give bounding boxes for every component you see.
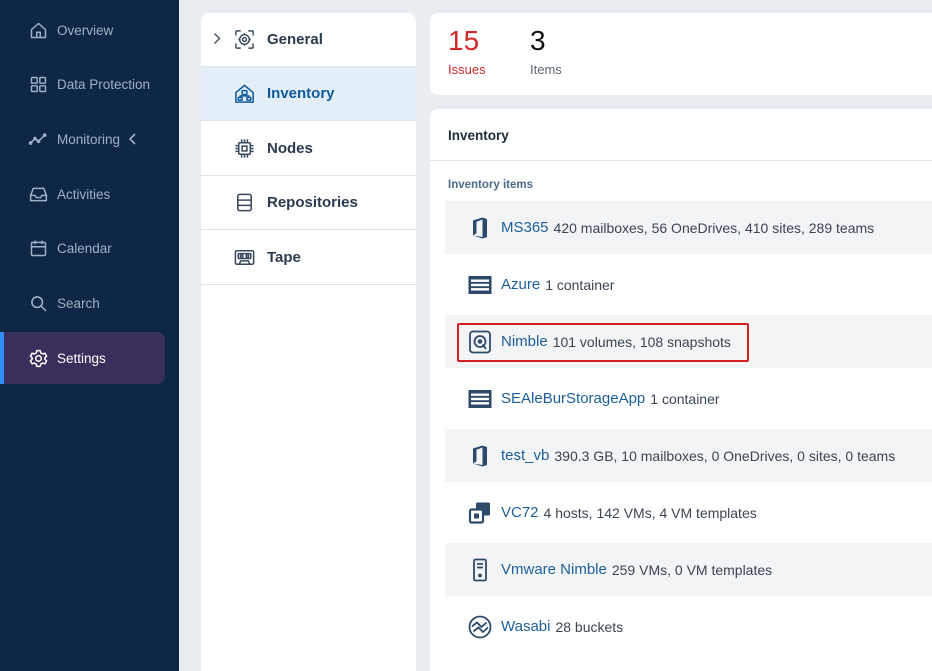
nav-label: Settings [57,350,106,366]
inventory-item-wasabi[interactable]: Wasabi 28 buckets [445,600,932,653]
office-icon [467,215,493,241]
nimble-storage-icon [467,329,493,355]
esxi-host-icon [467,557,493,583]
grid-icon [28,74,49,95]
settings-item-label: Inventory [267,85,335,102]
settings-item-general[interactable]: General [201,13,416,67]
issues-count: 15 [448,25,480,56]
inventory-item-detail: 420 mailboxes, 56 OneDrives, 410 sites, … [553,219,875,236]
settings-item-inventory[interactable]: Inventory [201,67,416,121]
inventory-item-vmware-nimble[interactable]: Vmware Nimble 259 VMs, 0 VM templates [445,543,932,596]
inventory-item-name[interactable]: MS365 [501,219,549,236]
chip-icon [233,137,256,160]
settings-item-tape[interactable]: Tape [201,231,416,285]
office-icon [467,443,493,469]
left-navigation: Overview Data Protection Monitoring Acti… [0,0,179,671]
nav-label: Search [57,295,100,311]
search-icon [28,293,49,314]
nav-item-data-protection[interactable]: Data Protection [0,58,165,110]
gear-box-icon [233,28,256,51]
inventory-item-name[interactable]: SEAleBurStorageApp [501,390,645,407]
nav-item-monitoring[interactable]: Monitoring [0,113,165,165]
inventory-item-name[interactable]: VC72 [501,504,539,521]
tape-icon [233,246,256,269]
panel-title: Inventory [448,128,509,143]
inventory-item-detail: 1 container [650,390,720,407]
nav-item-search[interactable]: Search [0,277,165,329]
inventory-item-detail: 101 volumes, 108 snapshots [552,333,731,350]
vcenter-icon [467,500,493,526]
calendar-icon [28,238,49,259]
inventory-item-name[interactable]: Azure [501,276,540,293]
database-icon [233,191,256,214]
inventory-item-ms365[interactable]: MS365 420 mailboxes, 56 OneDrives, 410 s… [445,201,932,254]
inventory-item-name[interactable]: test_vb [501,447,549,464]
divider [430,160,932,161]
inventory-item-detail: 28 buckets [555,618,624,635]
chevron-left-icon [128,133,137,145]
nav-label: Data Protection [57,76,151,92]
nav-label: Overview [57,22,114,38]
storage-container-icon [467,386,493,412]
settings-menu: General Inventory Nodes Repositories Tap… [201,13,416,671]
inventory-panel: Inventory Inventory items MS365 420 mail… [430,109,932,671]
inventory-item-test-vb[interactable]: test_vb 390.3 GB, 10 mailboxes, 0 OneDri… [445,429,932,482]
section-label: Inventory items [448,179,533,191]
storage-container-icon [467,272,493,298]
inventory-item-detail: 259 VMs, 0 VM templates [611,561,773,578]
settings-item-label: Repositories [267,194,358,211]
inventory-item-name[interactable]: Wasabi [501,618,550,635]
trend-icon [28,129,49,150]
home-icon [28,20,49,41]
nav-item-overview[interactable]: Overview [0,4,165,56]
nav-item-calendar[interactable]: Calendar [0,222,165,274]
inventory-item-azure[interactable]: Azure 1 container [445,258,932,311]
wasabi-icon [467,614,493,640]
settings-item-nodes[interactable]: Nodes [201,122,416,176]
gear-icon [28,348,49,369]
settings-item-repositories[interactable]: Repositories [201,176,416,230]
inbox-icon [28,184,49,205]
inventory-item-detail: 390.3 GB, 10 mailboxes, 0 OneDrives, 0 s… [554,447,896,464]
settings-item-label: Tape [267,249,301,266]
nav-item-settings[interactable]: Settings [0,332,165,384]
inventory-item-sealeburstorageapp[interactable]: SEAleBurStorageApp 1 container [445,372,932,425]
issues-stat[interactable]: 15 Issues [448,25,486,77]
house-network-icon [233,82,256,105]
inventory-item-nimble[interactable]: Nimble 101 volumes, 108 snapshots [445,315,932,368]
issues-label: Issues [448,62,486,77]
settings-item-label: Nodes [267,140,313,157]
settings-item-label: General [267,31,323,48]
items-stat: 3 Items [530,25,562,77]
inventory-item-detail: 4 hosts, 142 VMs, 4 VM templates [543,504,757,521]
inventory-item-name[interactable]: Nimble [501,333,548,350]
inventory-item-detail: 1 container [545,276,615,293]
summary-card: 15 Issues 3 Items [430,13,932,95]
inventory-item-vc72[interactable]: VC72 4 hosts, 142 VMs, 4 VM templates [445,486,932,539]
nav-label: Monitoring [57,131,121,147]
inventory-item-name[interactable]: Vmware Nimble [501,561,607,578]
nav-label: Calendar [57,240,112,256]
chevron-right-icon[interactable] [213,32,221,45]
items-count: 3 [530,25,546,56]
nav-item-activities[interactable]: Activities [0,168,165,220]
items-label: Items [530,62,562,77]
nav-label: Activities [57,186,111,202]
